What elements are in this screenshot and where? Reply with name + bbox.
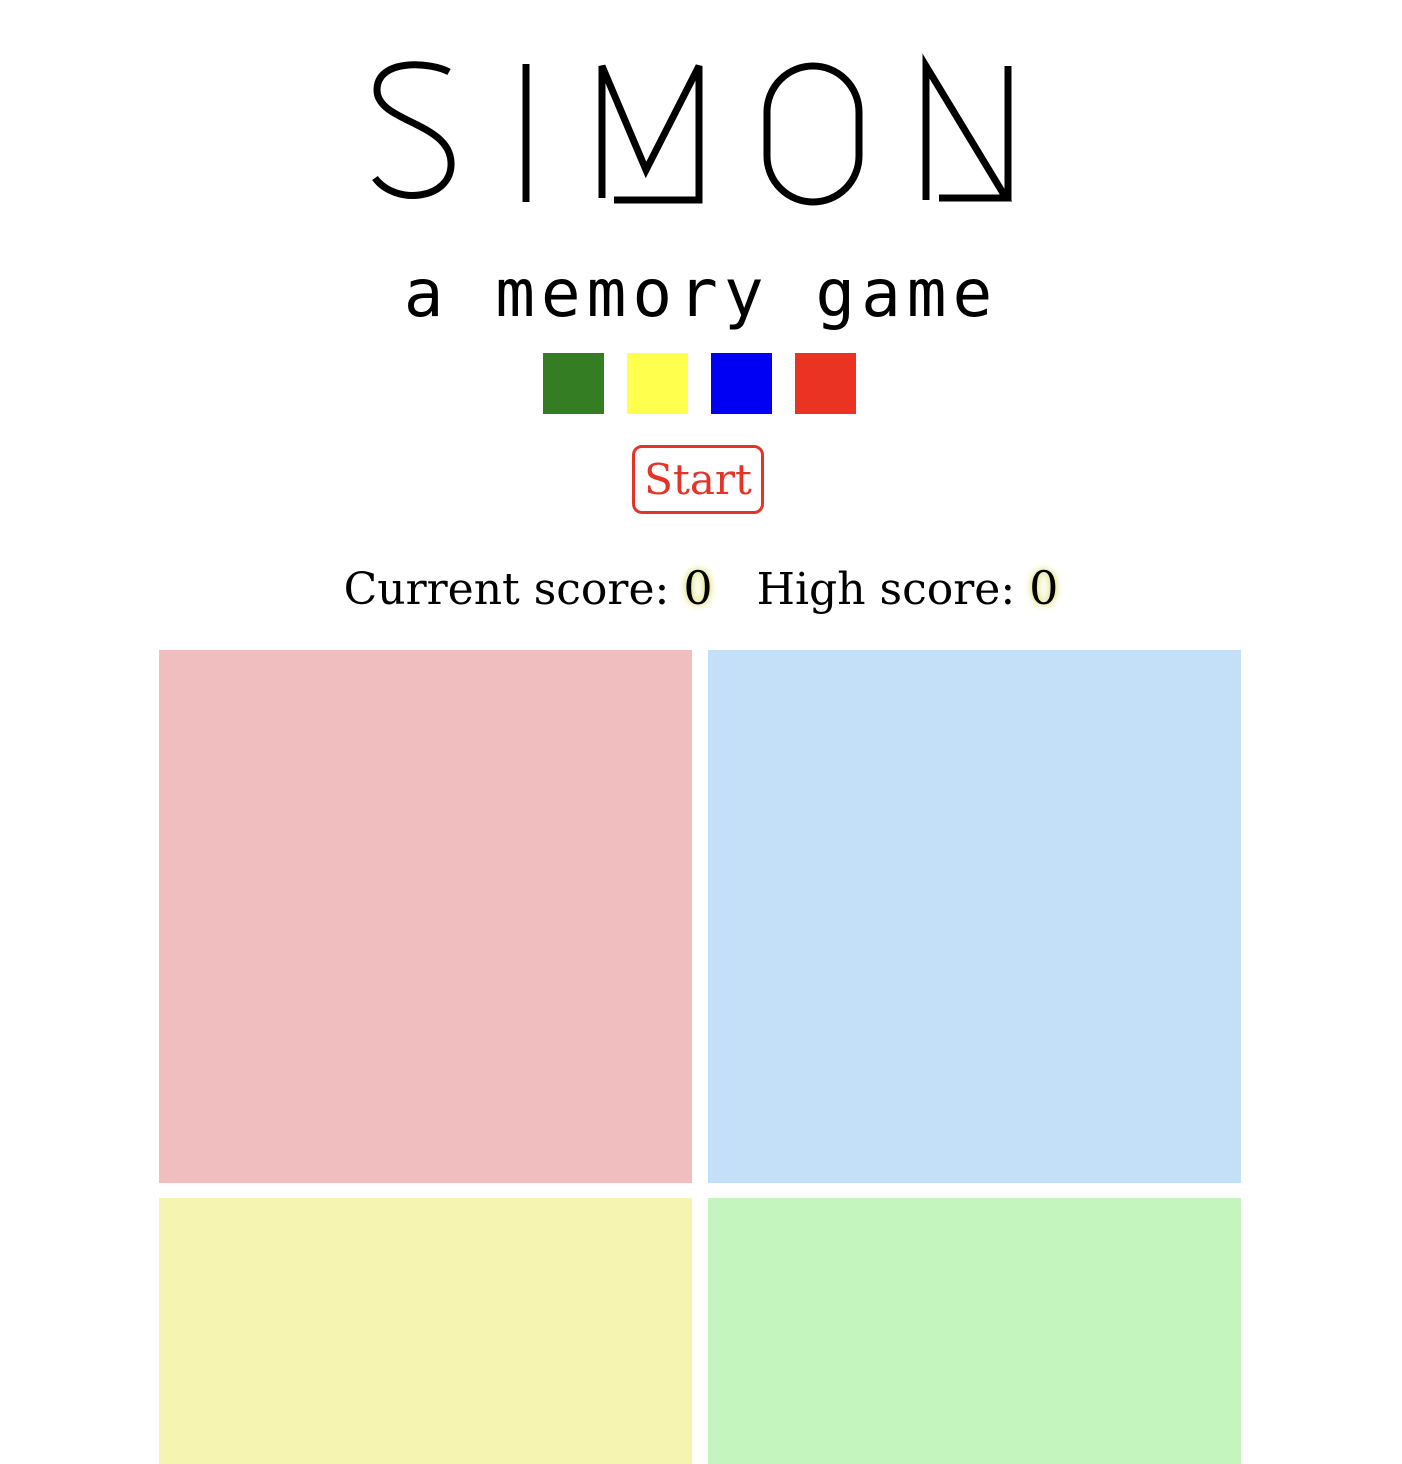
simon-logo: [372, 53, 1013, 206]
current-score-label: Current score:: [343, 564, 670, 615]
game-title: [0, 28, 1402, 228]
high-score-label: High score:: [756, 564, 1016, 615]
swatch-blue: [711, 353, 772, 414]
swatch-red: [795, 353, 856, 414]
high-score-value: 0: [1029, 561, 1059, 615]
logo-letter-n: [922, 53, 1013, 202]
color-swatches: [543, 353, 856, 414]
logo-letter-s: [372, 61, 455, 199]
pad-red[interactable]: [159, 650, 692, 1183]
start-button[interactable]: Start: [632, 445, 764, 514]
subtitle: a memory game: [403, 255, 999, 332]
pad-yellow[interactable]: [159, 1198, 692, 1464]
current-score-value: 0: [683, 561, 713, 615]
logo-letter-m: [598, 64, 703, 204]
pad-blue[interactable]: [708, 650, 1241, 1183]
score-bar: Current score: 0 High score: 0: [0, 556, 1402, 622]
swatch-green: [543, 353, 604, 414]
pad-green[interactable]: [708, 1198, 1241, 1464]
swatch-yellow: [627, 353, 688, 414]
logo-letter-o: [763, 62, 863, 206]
